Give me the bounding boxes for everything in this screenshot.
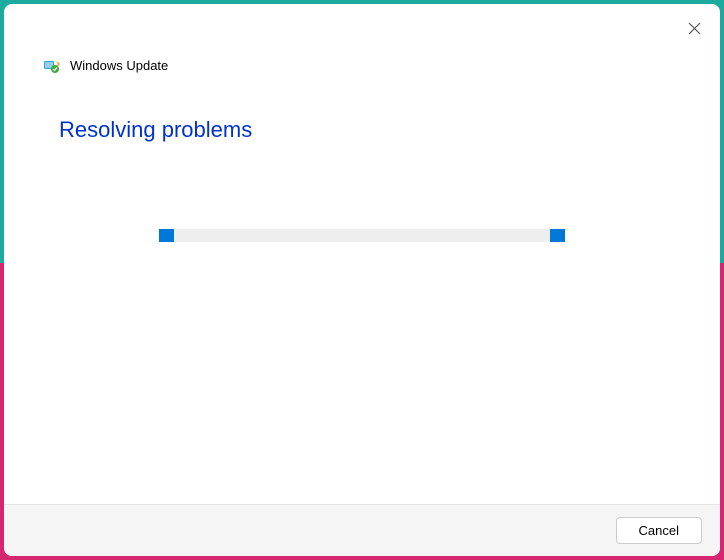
- main-content: Resolving problems: [4, 73, 720, 504]
- close-icon: [688, 22, 701, 35]
- close-button[interactable]: [682, 16, 706, 40]
- windows-update-icon: [44, 59, 62, 73]
- cancel-button[interactable]: Cancel: [616, 517, 702, 544]
- progress-indicator-left: [159, 229, 174, 242]
- header: Windows Update: [4, 4, 720, 73]
- header-title: Windows Update: [70, 58, 168, 73]
- footer: Cancel: [4, 504, 720, 556]
- progress-indicator-right: [550, 229, 565, 242]
- page-title: Resolving problems: [59, 117, 665, 143]
- progress-container: [59, 229, 665, 242]
- troubleshooter-window: Windows Update Resolving problems Cancel: [4, 4, 720, 556]
- progress-bar: [159, 229, 565, 242]
